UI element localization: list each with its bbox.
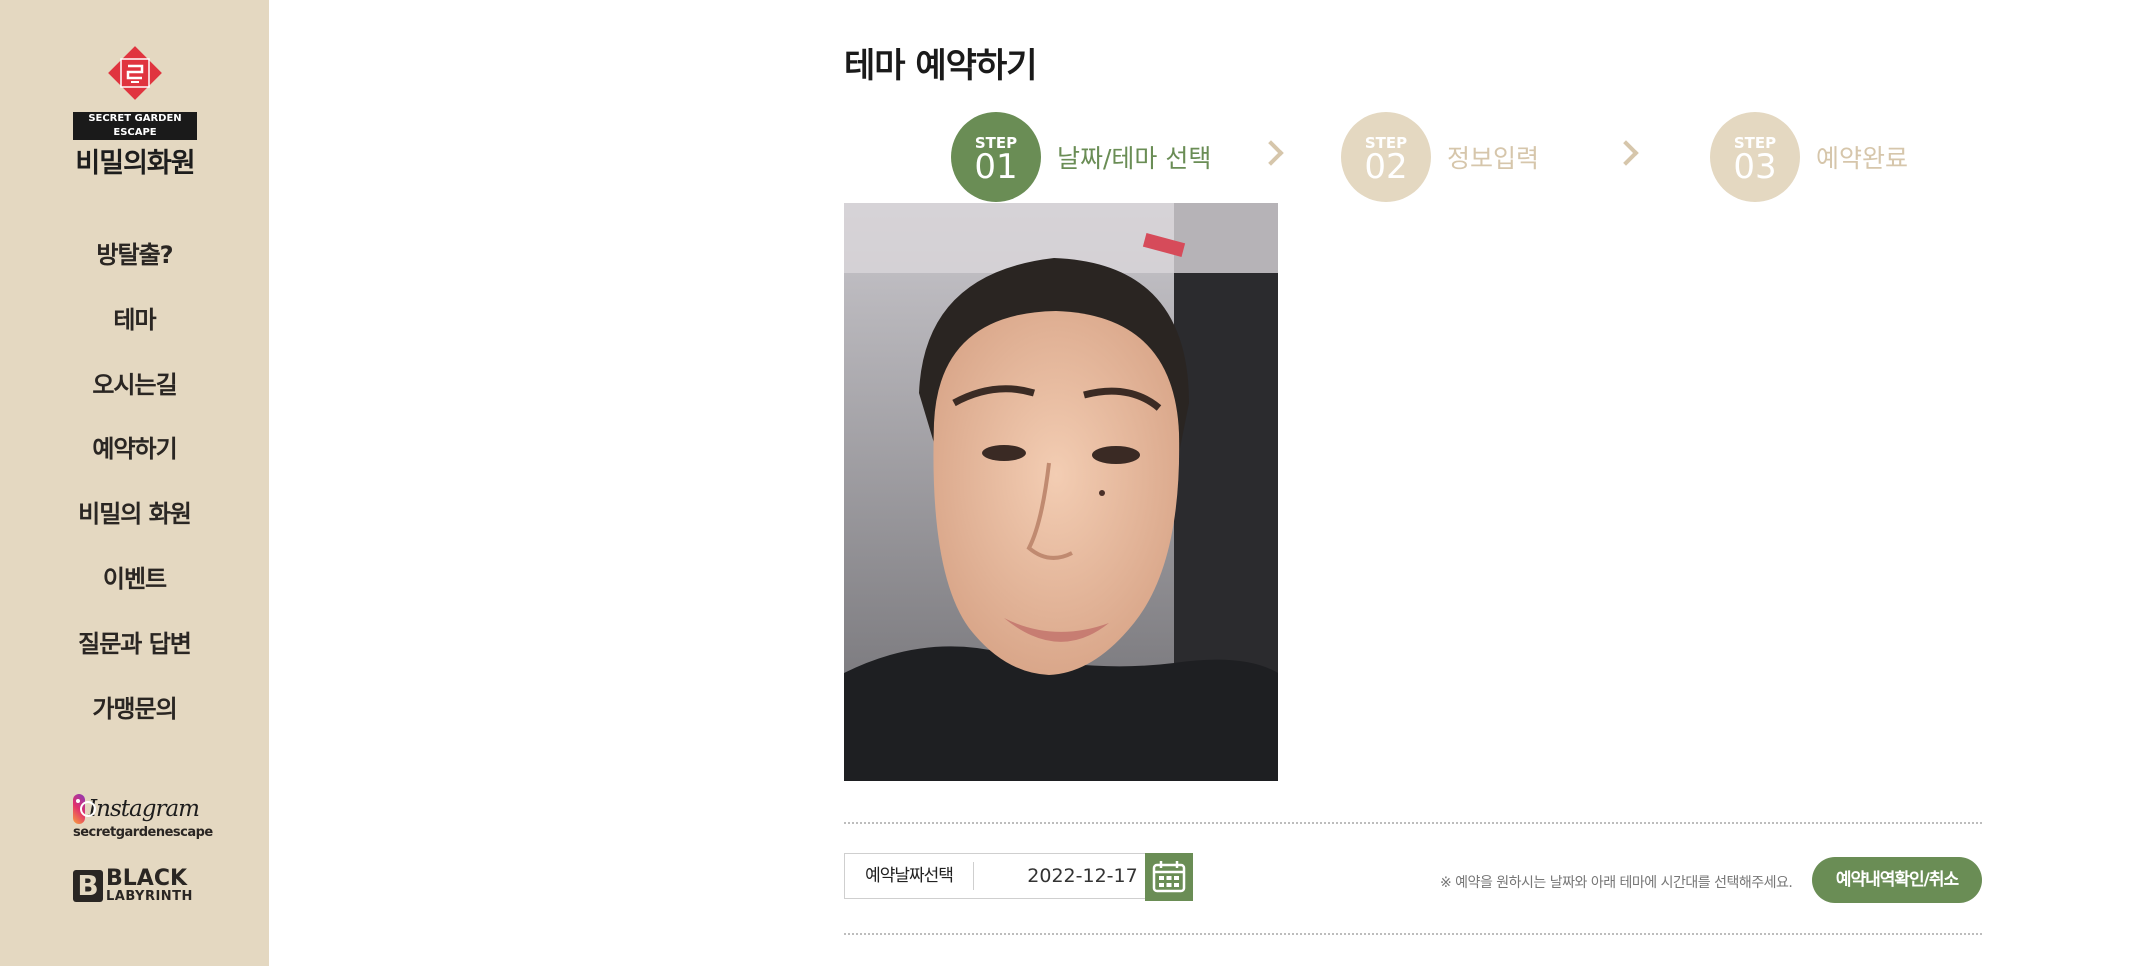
date-picker[interactable]: 예약날짜선택 2022-12-17	[844, 853, 1192, 899]
black-labyrinth-line1: BLACK	[106, 866, 188, 891]
black-labyrinth-icon: B	[73, 869, 103, 902]
step-3-number: 03	[1733, 147, 1777, 187]
step-1: STEP 01 날짜/테마 선택	[951, 112, 1211, 202]
nav-item-events[interactable]: 이벤트	[0, 556, 269, 621]
calendar-button[interactable]	[1145, 853, 1193, 901]
chevron-right-icon	[1613, 140, 1639, 166]
page-title: 테마 예약하기	[844, 46, 1038, 86]
instagram-icon	[73, 794, 97, 824]
instagram-wordmark: Instagram	[88, 796, 200, 822]
main-nav: 방탈출? 테마 오시는길 예약하기 비밀의 화원 이벤트 질문과 답변 가맹문의	[0, 232, 269, 750]
logo-emblem-icon	[108, 46, 162, 100]
black-labyrinth-link[interactable]: B BLACK LABYRINTH	[73, 868, 193, 903]
nav-item-escape[interactable]: 방탈출?	[0, 232, 269, 297]
theme-photo	[844, 203, 1278, 781]
step-1-badge: STEP 01	[951, 112, 1041, 202]
logo-name: 비밀의화원	[75, 148, 195, 179]
divider-top	[844, 822, 1982, 824]
step-1-label: 날짜/테마 선택	[1057, 144, 1212, 173]
step-2-number: 02	[1364, 147, 1408, 187]
instagram-link[interactable]: Instagram secretgardenescape	[73, 794, 213, 840]
reservation-notice: ※ 예약을 원하시는 날짜와 아래 테마에 시간대를 선택해주세요.	[1440, 875, 1793, 891]
check-reservation-button[interactable]: 예약내역확인/취소	[1812, 857, 1982, 903]
step-2-badge: STEP 02	[1341, 112, 1431, 202]
nav-item-qna[interactable]: 질문과 답변	[0, 621, 269, 686]
step-2-label: 정보입력	[1447, 144, 1540, 173]
step-3-badge: STEP 03	[1710, 112, 1800, 202]
step-1-number: 01	[974, 147, 1018, 187]
sidebar: SECRET GARDEN ESCAPE 비밀의화원 방탈출? 테마 오시는길 …	[0, 0, 269, 966]
black-labyrinth-line2: LABYRINTH	[106, 889, 193, 904]
date-picker-label: 예약날짜선택	[845, 862, 974, 890]
nav-item-directions[interactable]: 오시는길	[0, 362, 269, 427]
nav-item-themes[interactable]: 테마	[0, 297, 269, 362]
step-3: STEP 03 예약완료	[1710, 112, 1908, 202]
nav-item-reservation[interactable]: 예약하기	[0, 426, 269, 491]
chevron-right-icon	[1258, 140, 1284, 166]
portrait-image	[844, 203, 1278, 781]
instagram-handle: secretgardenescape	[73, 825, 213, 840]
site-logo[interactable]: SECRET GARDEN ESCAPE 비밀의화원	[72, 42, 198, 180]
nav-item-secret-garden[interactable]: 비밀의 화원	[0, 491, 269, 556]
calendar-icon	[1152, 861, 1186, 893]
step-2: STEP 02 정보입력	[1341, 112, 1539, 202]
step-3-label: 예약완료	[1816, 144, 1909, 173]
logo-subtitle: SECRET GARDEN ESCAPE	[73, 112, 197, 140]
divider-bottom	[844, 933, 1982, 935]
nav-item-franchise[interactable]: 가맹문의	[0, 686, 269, 751]
